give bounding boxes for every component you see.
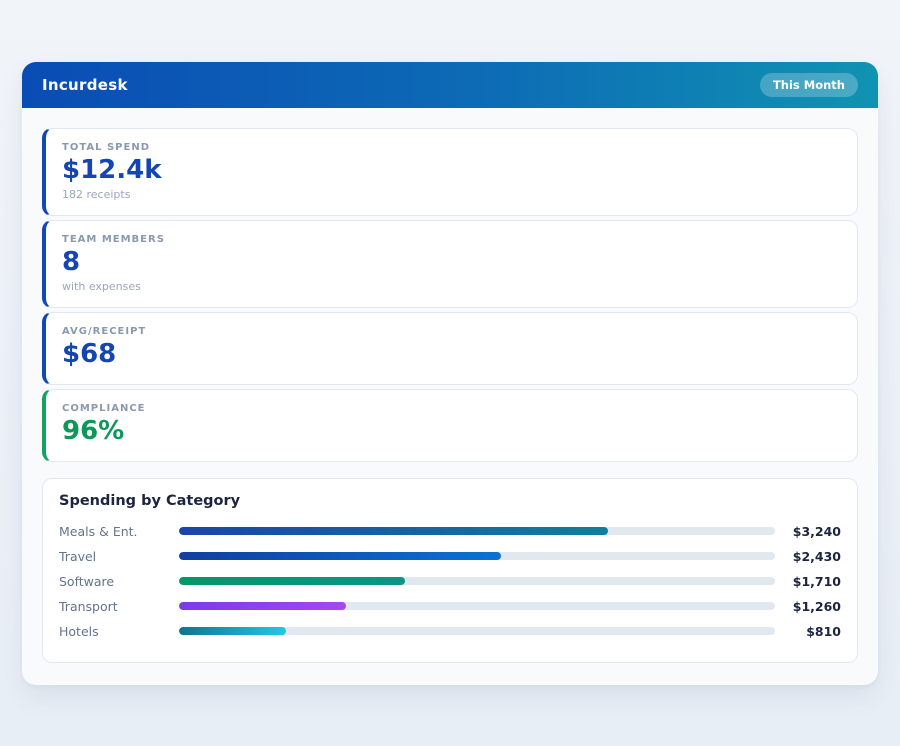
stat-label: AVG/RECEIPT (62, 326, 841, 337)
stat-value: $12.4k (62, 156, 841, 186)
stats-list: TOTAL SPEND $12.4k 182 receipts TEAM MEMBER… (42, 128, 858, 462)
stat-subtitle: with expenses (62, 280, 841, 293)
stat-value: 8 (62, 248, 841, 278)
category-bar-fill (179, 627, 286, 635)
category-bar-fill (179, 552, 501, 560)
stat-card: COMPLIANCE 96% (42, 389, 858, 462)
stat-card: AVG/RECEIPT $68 (42, 312, 858, 385)
category-bar-track (179, 552, 775, 560)
category-row: Software $1,710 (59, 569, 841, 594)
category-bar-track (179, 527, 775, 535)
category-label: Transport (59, 599, 179, 614)
category-row: Hotels $810 (59, 619, 841, 644)
stat-value: 96% (62, 417, 841, 447)
stat-label: TEAM MEMBERS (62, 234, 841, 245)
app-title: Incurdesk (42, 76, 128, 94)
category-label: Software (59, 574, 179, 589)
stat-card: TOTAL SPEND $12.4k 182 receipts (42, 128, 858, 216)
stat-value: $68 (62, 340, 841, 370)
category-bar-track (179, 602, 775, 610)
app-header: Incurdesk This Month (22, 62, 878, 108)
category-value: $1,710 (775, 574, 841, 589)
category-value: $810 (775, 624, 841, 639)
category-row: Travel $2,430 (59, 544, 841, 569)
spending-card: Spending by Category Meals & Ent. $3,240 T… (42, 478, 858, 663)
stat-label: COMPLIANCE (62, 403, 841, 414)
category-label: Travel (59, 549, 179, 564)
category-bar-fill (179, 602, 346, 610)
stat-label: TOTAL SPEND (62, 142, 841, 153)
stat-card: TEAM MEMBERS 8 with expenses (42, 220, 858, 308)
stat-subtitle: 182 receipts (62, 188, 841, 201)
category-bar-list: Meals & Ent. $3,240 Travel $2,430 Software $1… (59, 519, 841, 644)
dashboard-card: Incurdesk This Month TOTAL SPEND $12.4k 18… (22, 62, 878, 685)
category-value: $2,430 (775, 549, 841, 564)
category-label: Meals & Ent. (59, 524, 179, 539)
category-bar-fill (179, 577, 405, 585)
category-value: $1,260 (775, 599, 841, 614)
category-bar-track (179, 577, 775, 585)
category-bar-fill (179, 527, 608, 535)
category-label: Hotels (59, 624, 179, 639)
spending-title: Spending by Category (59, 493, 841, 509)
app-body: TOTAL SPEND $12.4k 182 receipts TEAM MEMBER… (22, 108, 878, 685)
category-row: Meals & Ent. $3,240 (59, 519, 841, 544)
category-row: Transport $1,260 (59, 594, 841, 619)
category-bar-track (179, 627, 775, 635)
period-badge[interactable]: This Month (760, 73, 858, 97)
category-value: $3,240 (775, 524, 841, 539)
